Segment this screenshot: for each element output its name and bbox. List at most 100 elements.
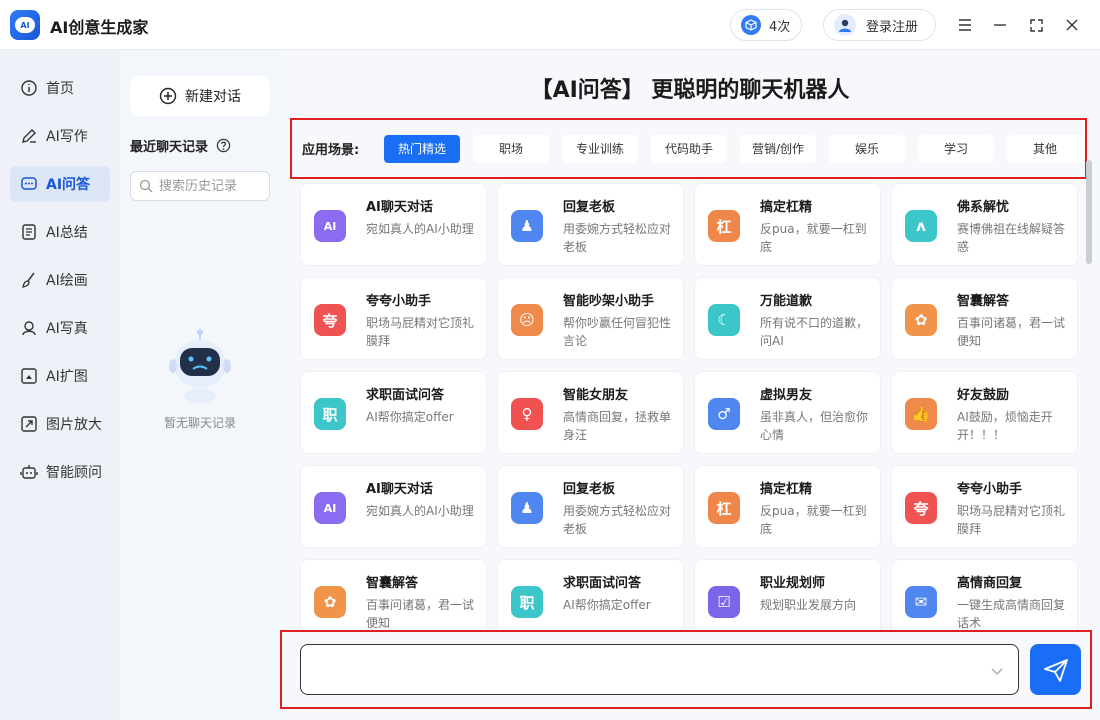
scene-label: 应用场景: [302,143,360,158]
card-description: AI帮你搞定offer [366,410,454,424]
bar-icon: 杠 [708,492,740,524]
card-title: 求职面试问答 [563,576,642,591]
assistant-card[interactable]: ☹ 智能吵架小助手 帮你吵赢任何冒犯性言论 [497,277,684,360]
scene-tab-hot[interactable]: 热门精选 [384,134,460,163]
card-description: 职场马屁精对它顶礼膜拜 [366,316,475,348]
assistant-card[interactable]: ♂ 虚拟男友 虽非真人，但治愈你心情 [694,371,881,454]
scene-tab-code[interactable]: 代码助手 [651,134,727,163]
login-button[interactable]: 登录注册 [823,9,936,41]
scene-tab-entertainment[interactable]: 娱乐 [829,134,905,163]
assistant-card[interactable]: 职 求职面试问答 AI帮你搞定offer [497,559,684,629]
nav-item-home[interactable]: 首页 [10,70,110,106]
card-description: 宛如真人的AI小助理 [366,222,474,236]
assistant-card[interactable]: 杠 搞定杠精 反pua，就要一杠到底 [694,465,881,548]
card-title: 搞定杠精 [760,200,813,215]
card-description: 百事问诸葛，君一试便知 [957,316,1066,348]
maximize-icon[interactable] [1026,15,1046,35]
assistant-card[interactable]: ♀ 智能女朋友 高情商回复，拯救单身汪 [497,371,684,454]
assistant-card[interactable]: ✿ 智囊解答 百事问诸葛，君一试便知 [891,277,1078,360]
assistant-card-grid: AI AI聊天对话 宛如真人的AI小助理 ♟ 回复老板 用委婉方式轻松应对老板杠搞定杠精反… [300,183,1080,629]
wisdom-bag-icon: ✿ [905,304,937,336]
plus-circle-icon [159,87,177,105]
nav-label: 图片放大 [46,417,102,433]
assistant-card[interactable]: ☾ 万能道歉 所有说不口的道歉，问AI [694,277,881,360]
card-description: 反pua，就要一杠到底 [760,222,867,254]
left-nav: 首页 AI写作 AI问答 AI总结 AI绘画 AI写真 AI扩图 图片放大 智能… [0,50,120,720]
scene-tab-workplace[interactable]: 职场 [473,134,549,163]
page-title: 【AI问答】 更聪明的聊天机器人 [530,78,850,103]
credits-badge[interactable]: 4次 [730,9,802,41]
girlfriend-icon: ♀ [511,398,543,430]
assistant-card[interactable]: ✉ 高情商回复 一键生成高情商回复话术 [891,559,1078,629]
send-button[interactable] [1030,644,1081,695]
assistant-card[interactable]: 职 求职面试问答 AI帮你搞定offer [300,371,487,454]
scene-tab-training[interactable]: 专业训练 [562,134,638,163]
scene-tab-other[interactable]: 其他 [1007,134,1083,163]
wisdom-bag-icon: ✿ [314,586,346,618]
chat-input-box[interactable] [300,644,1019,695]
chat-ai-icon: AI [314,210,346,242]
nav-label: 首页 [46,81,74,97]
nav-item-ai-portrait[interactable]: AI写真 [10,310,110,346]
bar-icon: 杠 [708,210,740,242]
message-box-icon: ✉ [905,586,937,618]
job-icon: 职 [511,586,543,618]
help-icon[interactable] [216,138,231,153]
buddha-hands-icon: ʌ [905,210,937,242]
robot-icon [20,465,38,479]
robot-mascot-icon [160,326,240,406]
assistant-card[interactable]: 杠 搞定杠精反pua，就要一杠到底 [694,183,881,266]
boyfriend-icon: ♂ [708,398,740,430]
card-description: AI鼓励，烦恼走开开！！！ [957,410,1053,442]
assistant-card[interactable]: AI AI聊天对话 宛如真人的AI小助理 [300,465,487,548]
chat-input[interactable] [313,659,973,675]
assistant-card[interactable]: ♟ 回复老板 用委婉方式轻松应对老板 [497,183,684,266]
expand-image-icon [21,368,37,384]
nav-item-ai-summary[interactable]: AI总结 [10,214,110,250]
assistant-card[interactable]: ʌ 佛系解忧 赛博佛祖在线解疑答惑 [891,183,1078,266]
new-chat-button[interactable]: 新建对话 [130,76,270,116]
card-title: 夸夸小助手 [366,294,432,309]
scene-tab-marketing[interactable]: 营销/创作 [740,134,816,163]
nav-item-ai-writing[interactable]: AI写作 [10,118,110,154]
history-search-input[interactable] [159,178,259,194]
portrait-icon [22,321,36,336]
praise-icon: 夸 [905,492,937,524]
assistant-card[interactable]: 👍 好友鼓励 AI鼓励，烦恼走开开！！！ [891,371,1078,454]
assistant-card[interactable]: ✿ 智囊解答 百事问诸葛，君一试便知 [300,559,487,629]
nav-label: AI绘画 [46,273,88,289]
card-title: 职业规划师 [760,576,826,591]
app-logo-text: AI [15,17,35,33]
boss-icon: ♟ [511,492,543,524]
card-description: 赛博佛祖在线解疑答惑 [957,222,1066,254]
chat-input-area [280,630,1092,709]
login-label: 登录注册 [866,19,919,35]
card-title: 回复老板 [563,200,616,215]
nav-label: 智能顾问 [46,465,102,481]
history-search-box[interactable] [130,171,270,201]
assistant-card[interactable]: ☑ 职业规划师 规划职业发展方向 [694,559,881,629]
card-title: 智能吵架小助手 [563,294,655,309]
chevron-down-icon[interactable] [990,662,1004,681]
card-description: 用委婉方式轻松应对老板 [563,504,672,536]
menu-icon[interactable] [955,15,975,35]
main-panel: 【AI问答】 更聪明的聊天机器人 应用场景: 热门精选 职场 专业训练 代码助手… [280,50,1100,720]
nav-item-smart-advisor[interactable]: 智能顾问 [10,454,110,490]
nav-item-ai-expand[interactable]: AI扩图 [10,358,110,394]
card-scrollbar[interactable] [1086,160,1092,264]
minimize-icon[interactable] [990,15,1010,35]
history-panel: 新建对话 最近聊天记录 暂无聊天记录 [120,50,280,720]
nav-item-ai-painting[interactable]: AI绘画 [10,262,110,298]
nav-item-image-upscale[interactable]: 图片放大 [10,406,110,442]
card-title: AI聊天对话 [366,200,433,215]
nav-item-ai-qa[interactable]: AI问答 [10,166,110,202]
assistant-card[interactable]: 夸 夸夸小助手 职场马屁精对它顶礼膜拜 [300,277,487,360]
boss-icon: ♟ [511,210,543,242]
document-icon [22,224,36,240]
scene-filter-bar: 应用场景: 热门精选 职场 专业训练 代码助手 营销/创作 娱乐 学习 其他 [290,118,1087,179]
assistant-card[interactable]: 夸 夸夸小助手 职场马屁精对它顶礼膜拜 [891,465,1078,548]
assistant-card[interactable]: AI AI聊天对话宛如真人的AI小助理 [300,183,487,266]
scene-tab-study[interactable]: 学习 [918,134,994,163]
close-icon[interactable] [1062,15,1082,35]
assistant-card[interactable]: ♟ 回复老板 用委婉方式轻松应对老板 [497,465,684,548]
